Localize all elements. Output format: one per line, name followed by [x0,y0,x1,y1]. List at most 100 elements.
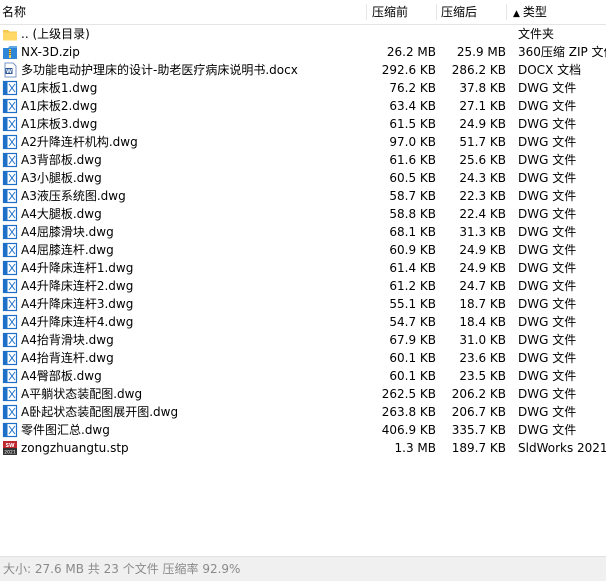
dwg-file-icon [2,296,18,312]
file-type: DWG 文件 [518,369,577,383]
file-row[interactable]: A4抬背连杆.dwg 60.1 KB 23.6 KB DWG 文件 [0,349,606,367]
file-type: DWG 文件 [518,243,577,257]
dwg-file-icon [2,206,18,222]
file-row[interactable]: A4抬背滑块.dwg 67.9 KB 31.0 KB DWG 文件 [0,331,606,349]
svg-text:SW: SW [5,443,15,449]
file-compressed-size: 31.3 KB [459,225,506,239]
file-original-size: 1.3 MB [394,441,436,455]
solidworks-file-icon: SW 2021 [2,440,18,456]
file-row[interactable]: A3小腿板.dwg 60.5 KB 24.3 KB DWG 文件 [0,169,606,187]
file-compressed-size: 24.3 KB [459,171,506,185]
file-compressed-size: 24.9 KB [459,117,506,131]
file-compressed-size: 24.9 KB [459,243,506,257]
file-type: DWG 文件 [518,387,577,401]
file-compressed-size: 189.7 KB [451,441,506,455]
file-compressed-size: 286.2 KB [451,63,506,77]
svg-text:W: W [6,69,12,75]
file-original-size: 262.5 KB [381,387,436,401]
file-row[interactable]: A卧起状态装配图展开图.dwg 263.8 KB 206.7 KB DWG 文件 [0,403,606,421]
file-name: .. (上级目录) [21,27,90,41]
column-divider[interactable] [366,4,367,20]
column-header-name[interactable]: 名称 [2,0,26,24]
file-original-size: 61.5 KB [389,117,436,131]
file-name: A4臀部板.dwg [21,369,102,383]
file-row[interactable]: A4升降床连杆1.dwg 61.4 KB 24.9 KB DWG 文件 [0,259,606,277]
file-row[interactable]: .. (上级目录) 文件夹 [0,25,606,43]
file-row[interactable]: W 多功能电动护理床的设计-助老医疗病床说明书.docx 292.6 KB 286.2… [0,61,606,79]
file-original-size: 26.2 MB [386,45,436,59]
file-row[interactable]: NX-3D.zip 26.2 MB 25.9 MB 360压缩 ZIP 文件 [0,43,606,61]
dwg-file-icon [2,116,18,132]
file-row[interactable]: A4升降床连杆3.dwg 55.1 KB 18.7 KB DWG 文件 [0,295,606,313]
file-name: A卧起状态装配图展开图.dwg [21,405,179,419]
dwg-file-icon [2,224,18,240]
file-original-size: 68.1 KB [389,225,436,239]
folder-icon [2,26,18,42]
dwg-file-icon [2,98,18,114]
file-type: 文件夹 [518,27,555,41]
file-name: A4屈膝滑块.dwg [21,225,114,239]
file-name: A4大腿板.dwg [21,207,102,221]
dwg-file-icon [2,170,18,186]
file-row[interactable]: A平躺状态装配图.dwg 262.5 KB 206.2 KB DWG 文件 [0,385,606,403]
file-original-size: 55.1 KB [389,297,436,311]
file-original-size: 97.0 KB [389,135,436,149]
file-name: A4屈膝连杆.dwg [21,243,114,257]
file-name: A平躺状态装配图.dwg [21,387,143,401]
dwg-file-icon [2,134,18,150]
file-row[interactable]: A4臀部板.dwg 60.1 KB 23.5 KB DWG 文件 [0,367,606,385]
zip-archive-icon [2,44,18,60]
column-header-type-label: 类型 [522,5,547,19]
file-name: A4升降床连杆1.dwg [21,261,134,275]
file-compressed-size: 24.7 KB [459,279,506,293]
dwg-file-icon [2,386,18,402]
file-type: DWG 文件 [518,189,577,203]
file-name: A4升降床连杆2.dwg [21,279,134,293]
file-original-size: 263.8 KB [381,405,436,419]
column-divider[interactable] [506,4,507,20]
column-divider[interactable] [436,4,437,20]
file-row[interactable]: A4大腿板.dwg 58.8 KB 22.4 KB DWG 文件 [0,205,606,223]
file-type: DWG 文件 [518,117,577,131]
file-original-size: 60.5 KB [389,171,436,185]
file-row[interactable]: A3液压系统图.dwg 58.7 KB 22.3 KB DWG 文件 [0,187,606,205]
file-row[interactable]: A4屈膝连杆.dwg 60.9 KB 24.9 KB DWG 文件 [0,241,606,259]
file-original-size: 63.4 KB [389,99,436,113]
file-type: DWG 文件 [518,261,577,275]
file-type: DWG 文件 [518,333,577,347]
file-type: DWG 文件 [518,153,577,167]
status-text: 大小: 27.6 MB 共 23 个文件 压缩率 92.9% [3,562,241,576]
dwg-file-icon [2,332,18,348]
file-row[interactable]: A1床板2.dwg 63.4 KB 27.1 KB DWG 文件 [0,97,606,115]
file-row[interactable]: A4屈膝滑块.dwg 68.1 KB 31.3 KB DWG 文件 [0,223,606,241]
file-type: DWG 文件 [518,297,577,311]
column-header-compressed[interactable]: 压缩前 [372,0,408,24]
file-name: A1床板3.dwg [21,117,98,131]
file-compressed-size: 22.4 KB [459,207,506,221]
dwg-file-icon [2,350,18,366]
file-row[interactable]: 零件图汇总.dwg 406.9 KB 335.7 KB DWG 文件 [0,421,606,439]
file-row[interactable]: A1床板1.dwg 76.2 KB 37.8 KB DWG 文件 [0,79,606,97]
column-header-size[interactable]: 压缩后 [441,0,477,24]
file-name: A4升降床连杆3.dwg [21,297,134,311]
file-name: A4升降床连杆4.dwg [21,315,134,329]
file-type: DWG 文件 [518,81,577,95]
column-header-type[interactable]: ▲ 类型 [513,0,547,24]
file-original-size: 58.8 KB [389,207,436,221]
file-name: A3液压系统图.dwg [21,189,126,203]
file-compressed-size: 206.7 KB [451,405,506,419]
file-compressed-size: 18.4 KB [459,315,506,329]
file-row[interactable]: A2升降连杆机构.dwg 97.0 KB 51.7 KB DWG 文件 [0,133,606,151]
word-document-icon: W [2,62,18,78]
file-row[interactable]: A4升降床连杆2.dwg 61.2 KB 24.7 KB DWG 文件 [0,277,606,295]
file-name: zongzhuangtu.stp [21,441,129,455]
file-row[interactable]: SW 2021 zongzhuangtu.stp 1.3 MB 189.7 KB SldW… [0,439,606,457]
file-original-size: 67.9 KB [389,333,436,347]
file-type: DWG 文件 [518,423,577,437]
file-compressed-size: 23.6 KB [459,351,506,365]
file-row[interactable]: A1床板3.dwg 61.5 KB 24.9 KB DWG 文件 [0,115,606,133]
dwg-file-icon [2,188,18,204]
file-row[interactable]: A4升降床连杆4.dwg 54.7 KB 18.4 KB DWG 文件 [0,313,606,331]
dwg-file-icon [2,422,18,438]
file-row[interactable]: A3背部板.dwg 61.6 KB 25.6 KB DWG 文件 [0,151,606,169]
